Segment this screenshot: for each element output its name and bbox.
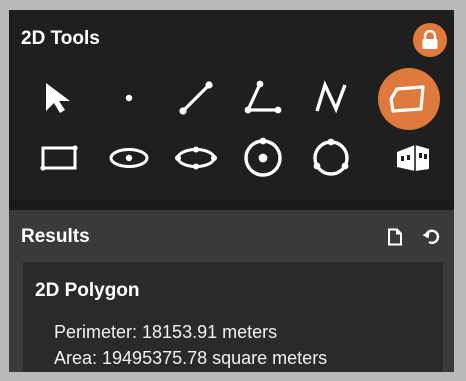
tools-panel-title: 2D Tools [21, 28, 100, 49]
result-perimeter: Perimeter: 18153.91 meters [54, 322, 278, 342]
tools-panel: 2D Tools [9, 10, 454, 200]
undo-icon [422, 229, 440, 244]
lock-icon [422, 30, 438, 49]
document-icon [388, 228, 402, 246]
polyline-tool[interactable] [301, 74, 361, 122]
circle-center-icon [244, 137, 282, 177]
circle-center-tool[interactable] [233, 134, 293, 182]
circle-points-icon [313, 138, 349, 176]
result-card: 2D Polygon Perimeter: 18153.91 meters Ar… [23, 262, 443, 372]
line-icon [179, 81, 213, 115]
results-actions [384, 226, 442, 248]
angle-icon [244, 80, 282, 114]
ellipse-tool[interactable] [99, 134, 159, 182]
building-tool[interactable] [383, 134, 443, 182]
result-area: Area: 19495375.78 square meters [54, 348, 328, 368]
select-tool[interactable] [29, 74, 89, 122]
panel-divider [9, 200, 454, 210]
circle-points-tool[interactable] [301, 134, 361, 182]
result-title: 2D Polygon [35, 280, 140, 301]
rectangle-tool[interactable] [29, 134, 89, 182]
reset-button[interactable] [420, 226, 442, 248]
point-icon [125, 94, 133, 102]
polygon-icon [389, 85, 425, 113]
results-panel: Results 2D Polygon Perimeter: 18153.91 m… [9, 210, 454, 372]
polygon-tool[interactable] [378, 68, 440, 130]
ellipse-points-icon [175, 146, 217, 170]
ellipse-icon [109, 148, 149, 168]
results-panel-title: Results [21, 226, 90, 247]
angle-tool[interactable] [233, 74, 293, 122]
lock-button[interactable] [413, 23, 447, 57]
polyline-icon [315, 80, 347, 114]
line-tool[interactable] [166, 74, 226, 122]
point-tool[interactable] [99, 74, 159, 122]
cursor-arrow-icon [46, 83, 70, 113]
measurement-panel: 2D Tools Results 2D Polygon Perimeter: 1… [0, 0, 466, 381]
rectangle-icon [40, 145, 78, 171]
export-button[interactable] [384, 226, 406, 248]
building-icon [397, 145, 429, 171]
ellipse-points-tool[interactable] [166, 134, 226, 182]
